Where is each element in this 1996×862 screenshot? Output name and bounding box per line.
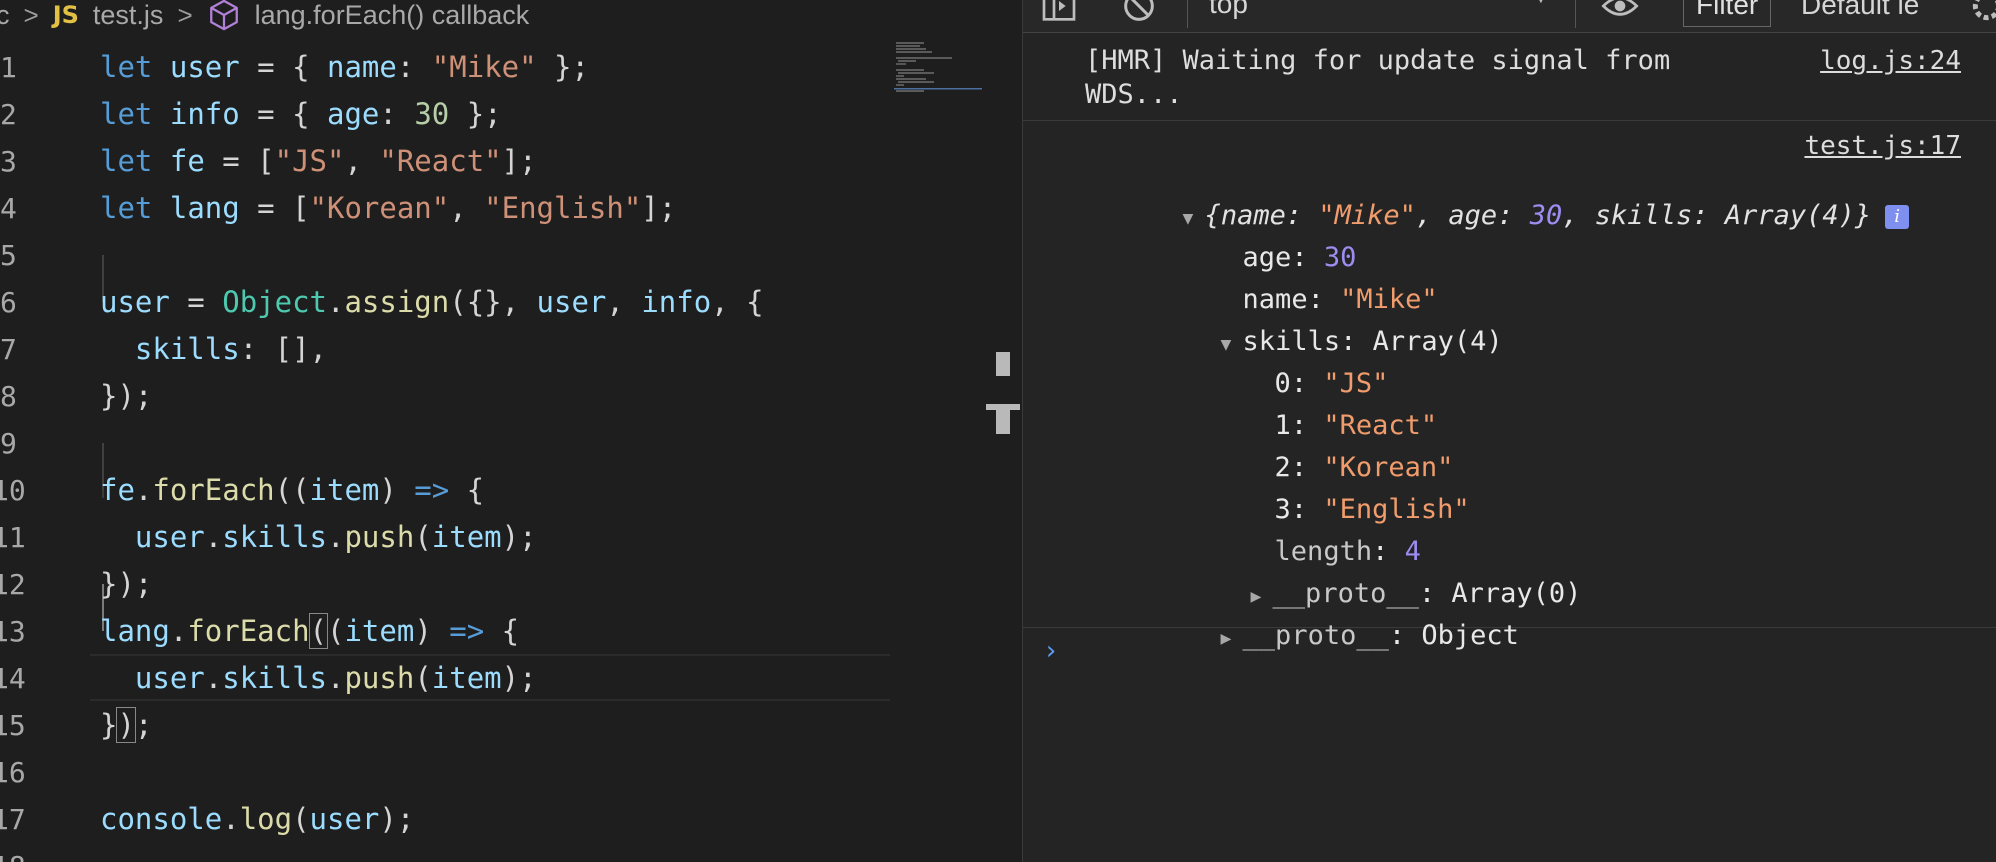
line-number: 7 xyxy=(0,333,17,366)
code-line[interactable]: 8}); xyxy=(0,373,900,420)
code-text: let user = { name: "Mike" }; xyxy=(100,50,589,84)
collapsed-triangle-icon[interactable]: ▶ xyxy=(1221,622,1243,655)
code-line[interactable]: 1 let user = { name: "Mike" }; xyxy=(0,44,900,91)
code-line[interactable]: 12}); xyxy=(0,561,900,608)
breadcrumb-folder[interactable]: c xyxy=(0,0,10,31)
message-line: [HMR] Waiting for update signal from xyxy=(1085,45,1671,76)
chevron-right-icon: > xyxy=(177,0,193,30)
context-selector[interactable]: top xyxy=(1209,0,1248,20)
line-number: 15 xyxy=(0,709,26,742)
code-text: lang.forEach((item) => { xyxy=(100,613,520,649)
line-number: 5 xyxy=(0,239,17,272)
splitter-grip xyxy=(996,352,1010,376)
code-line[interactable]: 2 let info = { age: 30 }; xyxy=(0,91,900,138)
line-number: 16 xyxy=(0,756,26,789)
code-text: fe.forEach((item) => { xyxy=(100,473,485,507)
code-line[interactable]: 11 user.skills.push(item); xyxy=(0,514,900,561)
code-line[interactable]: 7 skills: [], xyxy=(0,326,900,373)
eye-icon[interactable] xyxy=(1597,0,1643,26)
source-link[interactable]: test.js:17 xyxy=(1804,129,1961,163)
message-line: WDS... xyxy=(1085,79,1183,110)
line-number: 2 xyxy=(0,98,17,131)
code-line[interactable]: 18 xyxy=(0,843,900,862)
code-editor[interactable]: c > JS test.js > lang.forEach() callback… xyxy=(0,0,984,862)
sidebar-toggle-icon[interactable] xyxy=(1039,0,1079,26)
code-text: }); xyxy=(100,707,153,743)
toolbar-separator xyxy=(1187,0,1188,28)
breadcrumb-symbol[interactable]: lang.forEach() callback xyxy=(255,0,530,31)
code-line[interactable]: 13 lang.forEach((item) => { xyxy=(0,608,900,655)
method-cube-icon xyxy=(209,0,238,31)
chevron-right-icon: > xyxy=(23,0,39,30)
line-number: 3 xyxy=(0,145,17,178)
console-prompt-icon[interactable]: › xyxy=(1043,636,1059,666)
code-text: user.skills.push(item); xyxy=(134,520,537,554)
minimap[interactable] xyxy=(894,40,984,100)
code-line[interactable]: 9 xyxy=(0,420,900,467)
panel-splitter[interactable] xyxy=(984,0,1022,862)
chevron-down-icon: ▼ xyxy=(1531,0,1551,9)
info-icon[interactable]: i xyxy=(1885,205,1910,229)
devtools-console[interactable]: top ▼ Filter Default le [HMR] Waiting fo… xyxy=(1022,0,1996,862)
line-number: 13 xyxy=(0,615,26,648)
code-line[interactable]: 10 fe.forEach((item) => { xyxy=(0,467,900,514)
line-number: 11 xyxy=(0,521,26,554)
code-text: }); xyxy=(100,379,153,413)
javascript-file-icon: JS xyxy=(52,1,79,29)
current-line-highlight xyxy=(90,654,890,701)
source-link[interactable]: log.js:24 xyxy=(1820,44,1961,78)
line-number: 9 xyxy=(0,427,17,460)
code-line[interactable]: 5 xyxy=(0,232,900,279)
line-number: 17 xyxy=(0,803,26,836)
code-text: let lang = ["Korean", "English"]; xyxy=(100,191,677,225)
clear-console-icon[interactable] xyxy=(1119,0,1159,26)
console-toolbar: top ▼ Filter Default le xyxy=(1023,0,1996,33)
breadcrumb-file[interactable]: test.js xyxy=(93,0,164,31)
code-line[interactable]: 17 console.log(user); xyxy=(0,796,900,843)
code-text: skills: [], xyxy=(134,332,327,366)
code-text: let fe = ["JS", "React"]; xyxy=(100,144,537,178)
code-text: user = Object.assign({}, user, info, { xyxy=(100,285,764,319)
toolbar-separator xyxy=(1575,0,1576,28)
code-area[interactable]: 1 let user = { name: "Mike" }; 2 let info … xyxy=(0,44,900,862)
code-line[interactable]: 4 let lang = ["Korean", "English"]; xyxy=(0,185,900,232)
code-line[interactable]: 16 xyxy=(0,749,900,796)
console-message: test.js:17 ▼ {name: "Mike", age: 30, skil… xyxy=(1023,121,1996,651)
tree-row-object-proto[interactable]: ▶ __proto__: Object xyxy=(1123,586,1519,688)
filter-input[interactable]: Filter xyxy=(1683,0,1772,27)
line-number: 14 xyxy=(0,662,26,695)
line-number: 8 xyxy=(0,380,17,413)
gear-icon[interactable] xyxy=(1967,0,1996,26)
line-number: 18 xyxy=(0,843,28,862)
breadcrumb: c > JS test.js > lang.forEach() callback xyxy=(0,0,900,31)
code-line[interactable]: 15}); xyxy=(0,702,900,749)
console-message-text: [HMR] Waiting for update signal from WDS… xyxy=(1085,44,1670,112)
code-text: console.log(user); xyxy=(100,802,415,836)
code-text: let info = { age: 30 }; xyxy=(100,97,502,131)
code-line[interactable]: 6 user = Object.assign({}, user, info, { xyxy=(0,279,900,326)
line-number: 12 xyxy=(0,568,26,601)
code-text: }); xyxy=(100,567,153,601)
log-levels-dropdown[interactable]: Default le xyxy=(1801,0,1919,22)
line-number: 1 xyxy=(0,51,17,84)
code-line[interactable]: 3 let fe = ["JS", "React"]; xyxy=(0,138,900,185)
console-message: [HMR] Waiting for update signal from WDS… xyxy=(1023,34,1996,121)
line-number: 4 xyxy=(0,192,17,225)
splitter-grip xyxy=(996,410,1010,434)
line-number: 6 xyxy=(0,286,17,319)
line-number: 10 xyxy=(0,474,26,507)
